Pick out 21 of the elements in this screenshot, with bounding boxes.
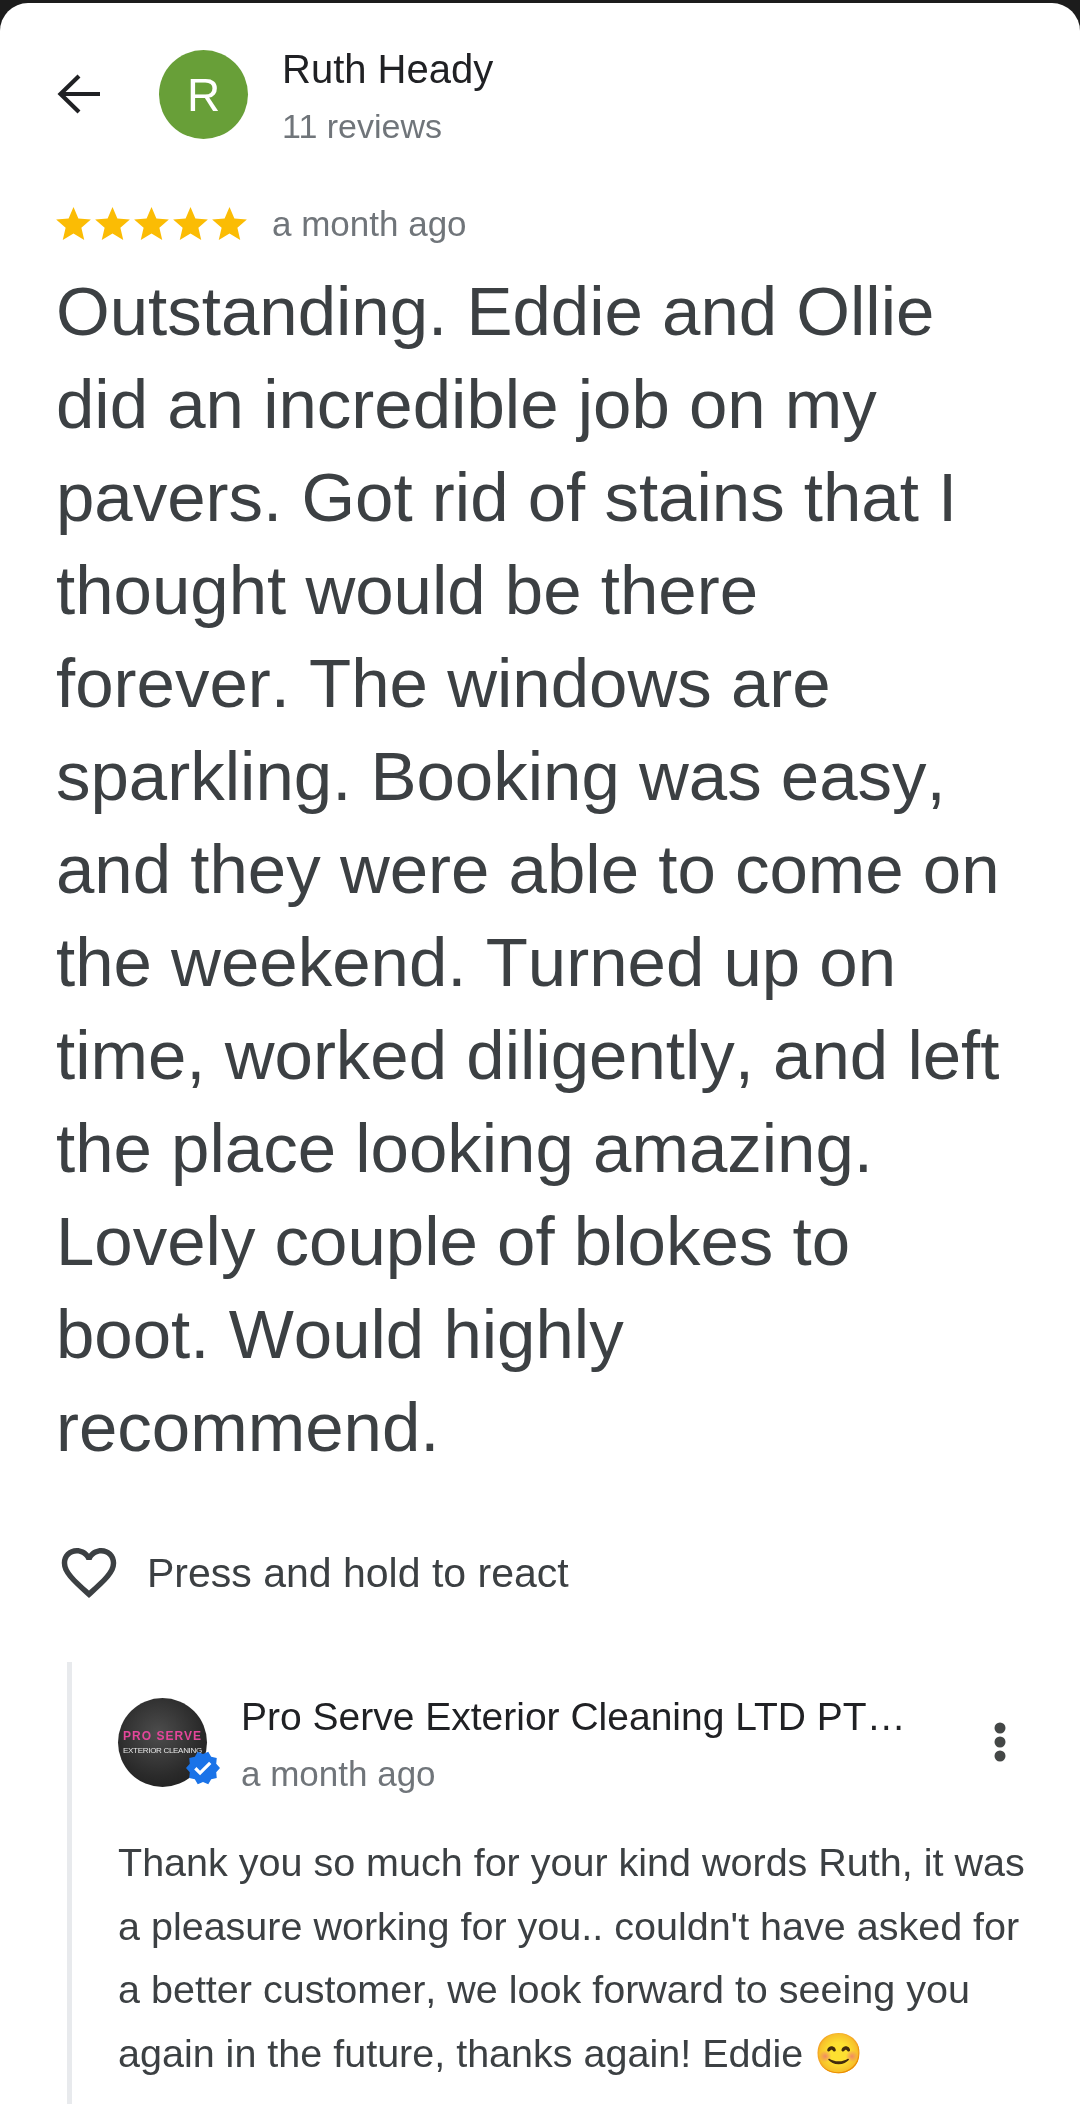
star-icon	[95, 207, 130, 240]
reviewer-name: Ruth Heady	[282, 46, 494, 93]
star-icon	[212, 207, 247, 240]
review-time: a month ago	[272, 203, 467, 244]
star-icon	[134, 207, 169, 240]
review-count: 11 reviews	[282, 106, 443, 147]
heart-icon	[61, 1548, 117, 1598]
star-icon	[56, 207, 91, 240]
logo-subtitle: EXTERIOR CLEANING	[123, 1746, 202, 1755]
react-button[interactable]	[61, 1548, 117, 1598]
star-icon	[173, 207, 208, 240]
back-arrow-icon	[56, 72, 102, 116]
react-hint: Press and hold to react	[147, 1549, 569, 1598]
logo-title: PRO SERVE	[123, 1730, 202, 1743]
reply-text: Thank you so much for your kind words Ruth, it was a pleasure working for you.. couldn't have asked for a better customer, we look forward to seeing you again in the future, thanks again! Eddie 😊	[118, 1839, 1026, 2077]
review-text: Outstanding. Eddie and Ollie did an incredible job on my pavers. Got rid of stains that I thought would be there forever. The windows are sparkling. Booking was easy, and they were able to come on the weekend. Turned up on time, worked diligently, and left the place looking amazing. Lovely couple of blokes to boot. Would highly recommend.	[56, 272, 1001, 1468]
back-button[interactable]	[56, 72, 102, 116]
business-name: Pro Serve Exterior Cleaning LTD PT…	[241, 1694, 906, 1740]
reply-time: a month ago	[241, 1753, 437, 1794]
avatar: R	[159, 50, 248, 139]
more-options-icon	[994, 1722, 1006, 1762]
